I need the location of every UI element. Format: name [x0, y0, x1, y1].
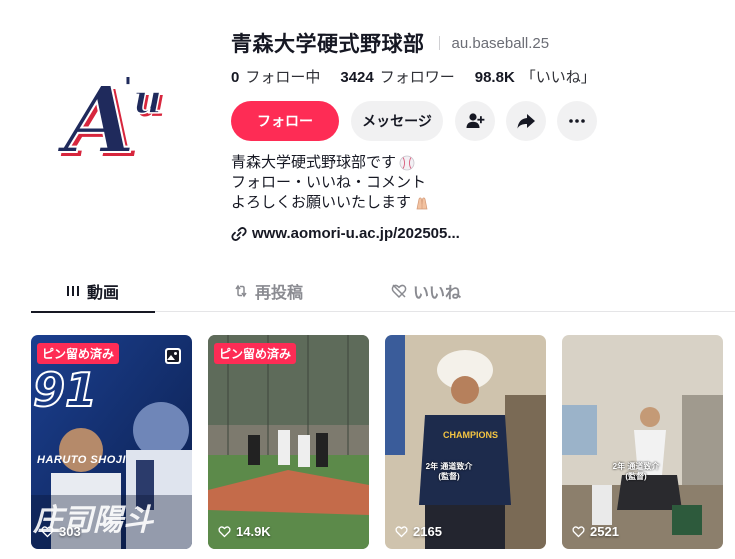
svg-text:u: u [133, 76, 162, 123]
folded-hands-emoji-icon [416, 197, 428, 210]
stat-likes: 98.8K 「いいね」 [475, 66, 596, 87]
video-grid: ピン留め済み 91 HARUTO SHOJI 庄司陽斗 303 ピン留め済み 1… [31, 335, 735, 549]
tab-reposts[interactable]: 再投稿 [189, 270, 347, 312]
stat-label: フォロー中 [245, 68, 321, 86]
svg-text:': ' [124, 73, 132, 103]
team-logo: A A u u ' [48, 44, 198, 194]
pinned-badge: ピン留め済み [214, 343, 297, 364]
username: au.baseball.25 [451, 34, 550, 52]
tab-label: 動画 [87, 285, 120, 302]
ellipsis-icon [569, 119, 585, 123]
heart-outline-icon [395, 526, 408, 538]
display-name: 青森大学硬式野球部 [231, 33, 425, 56]
profile-link[interactable]: www.aomori-u.ac.jp/202505... [231, 225, 721, 242]
heart-outline-icon [218, 526, 231, 538]
view-count-value: 2521 [590, 524, 619, 539]
bio-line: よろしくお願いいたします [231, 193, 721, 213]
bio-text: フォロー・いいね・コメント [231, 174, 427, 191]
share-button[interactable] [506, 101, 546, 141]
stat-value: 98.8K [474, 68, 515, 86]
more-button[interactable] [557, 101, 597, 141]
video-caption: 2年 通道致介 (監督) [425, 462, 473, 481]
view-count: 2165 [395, 524, 442, 539]
photo-mode-icon [165, 348, 181, 364]
follow-button[interactable]: フォロー [231, 101, 339, 141]
pinned-badge: ピン留め済み [37, 343, 120, 364]
profile-stats: 0 フォロー中 3424 フォロワー 98.8K 「いいね」 [231, 62, 721, 90]
profile-avatar[interactable]: A A u u ' [48, 44, 198, 194]
stat-value: 3424 [340, 68, 374, 86]
video-card[interactable]: 2年 通道致介 (監督) 2521 [562, 335, 723, 549]
message-button[interactable]: メッセージ [351, 101, 443, 141]
link-icon [231, 226, 247, 241]
video-card[interactable]: CHAMPIONS 2年 通道致介 (監督) 2165 [385, 335, 546, 549]
heart-outline-icon [572, 526, 585, 538]
view-count: 2521 [572, 524, 619, 539]
heart-slash-icon [391, 284, 407, 299]
bio-line: フォロー・いいね・コメント [231, 173, 721, 193]
jersey-number-text: 91 [32, 362, 98, 418]
stat-following[interactable]: 0 フォロー中 [231, 66, 320, 87]
player-name-text: HARUTO SHOJI [37, 454, 126, 466]
repost-icon [235, 284, 247, 298]
tab-label: 再投稿 [254, 285, 303, 302]
tab-likes[interactable]: いいね [347, 270, 505, 312]
stat-label: 「いいね」 [520, 68, 596, 86]
profile-tabs: 動画 再投稿 いいね [31, 270, 735, 313]
bio-text: よろしくお願いいたします [231, 194, 412, 211]
bio-text: 青森大学硬式野球部です [231, 154, 397, 171]
view-count: 303 [41, 524, 81, 539]
add-friend-button[interactable] [455, 101, 495, 141]
view-count: 14.9K [218, 524, 271, 539]
view-count-value: 2165 [413, 524, 442, 539]
person-plus-icon [466, 113, 485, 128]
profile-bio: 青森大学硬式野球部です フォロー・いいね・コメント よろしくお願いいたします [231, 153, 721, 213]
video-caption: 2年 通道致介 (監督) [612, 462, 660, 481]
bio-line: 青森大学硬式野球部です [231, 153, 721, 173]
grid-icon [67, 286, 79, 296]
view-count-value: 14.9K [236, 524, 271, 539]
stat-label: フォロワー [379, 68, 455, 86]
link-text: www.aomori-u.ac.jp/202505... [252, 225, 460, 242]
profile-info: 青森大学硬式野球部 au.baseball.25 0 フォロー中 3424 フォ… [231, 28, 721, 242]
stat-value: 0 [231, 68, 240, 86]
view-count-value: 303 [59, 524, 81, 539]
baseball-emoji-icon [399, 155, 415, 171]
share-arrow-icon [517, 114, 535, 129]
profile-actions: フォロー メッセージ [231, 100, 721, 142]
name-separator [438, 36, 440, 50]
tab-videos[interactable]: 動画 [31, 270, 189, 313]
tab-label: いいね [412, 285, 461, 302]
stat-followers[interactable]: 3424 フォロワー [340, 66, 454, 87]
shirt-text: CHAMPIONS [443, 430, 499, 440]
name-row: 青森大学硬式野球部 au.baseball.25 [231, 28, 721, 58]
video-thumbnail [385, 335, 546, 549]
heart-outline-icon [41, 526, 54, 538]
video-card[interactable]: ピン留め済み 91 HARUTO SHOJI 庄司陽斗 303 [31, 335, 192, 549]
video-thumbnail [562, 335, 723, 549]
video-card[interactable]: ピン留め済み 14.9K [208, 335, 369, 549]
video-thumbnail [208, 335, 369, 549]
